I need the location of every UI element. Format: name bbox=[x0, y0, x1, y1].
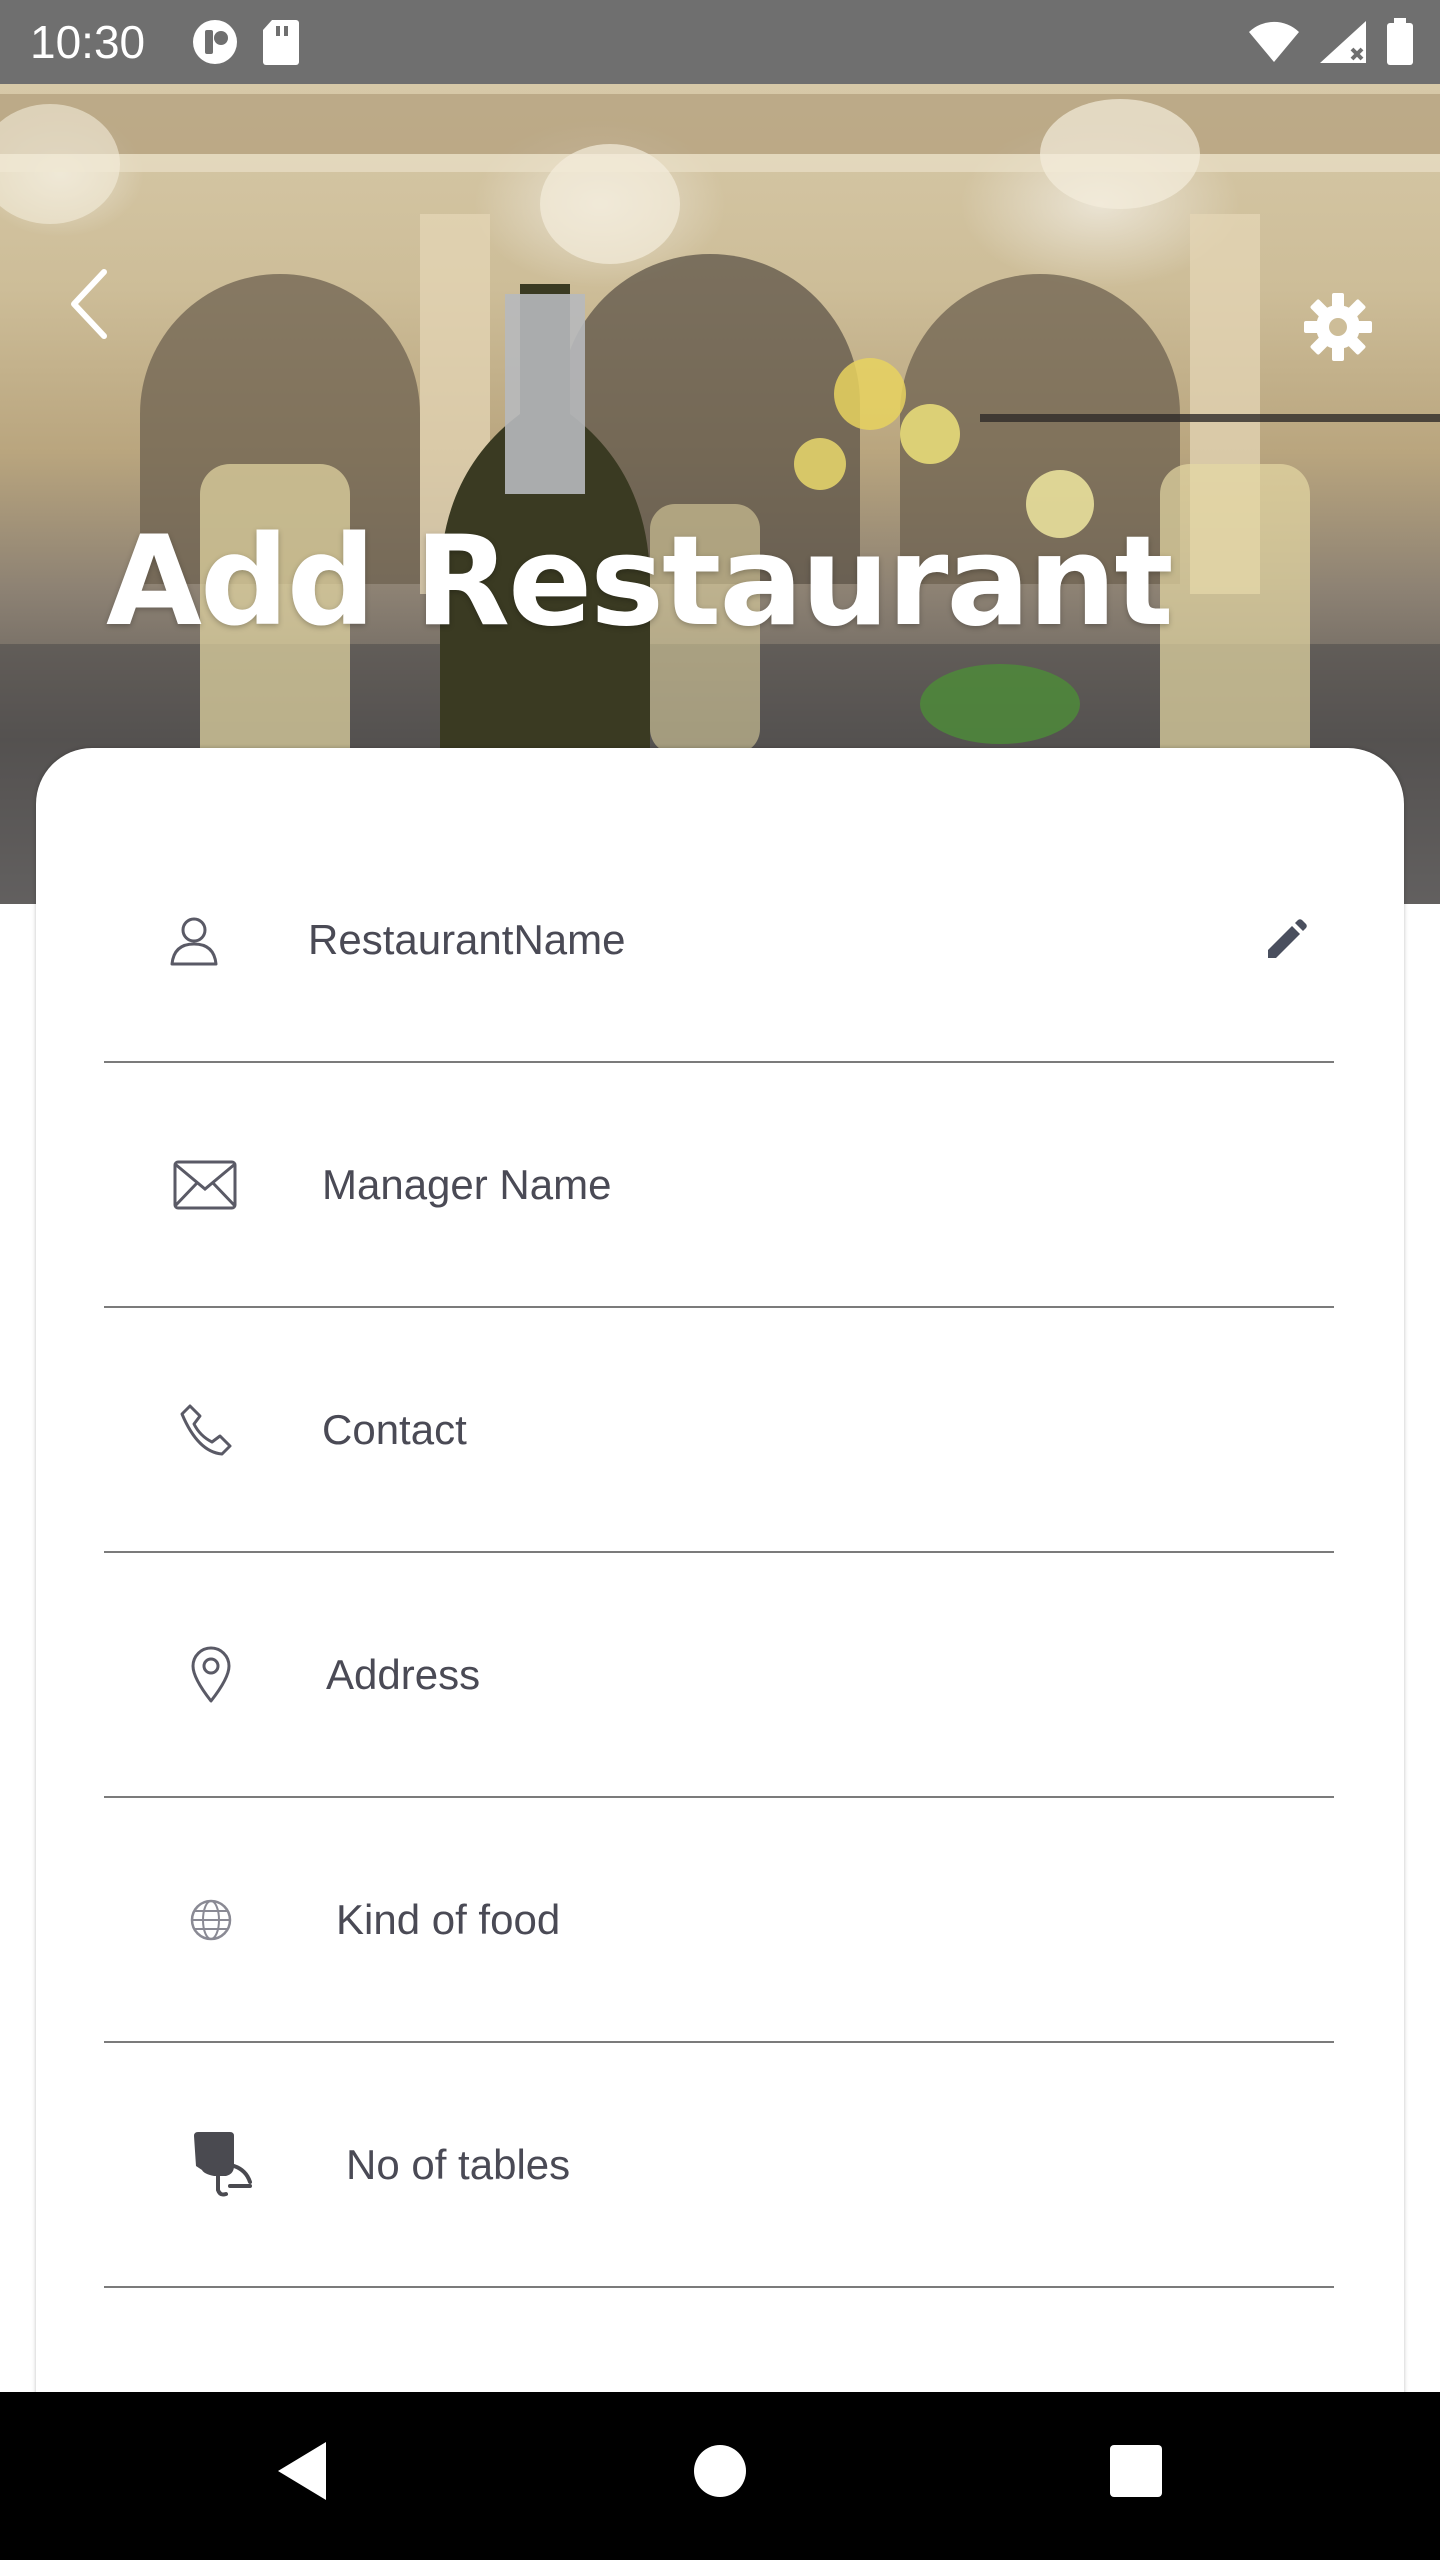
nav-recents-button[interactable] bbox=[1108, 2436, 1164, 2510]
person-icon bbox=[166, 818, 222, 1061]
kind-of-food-row bbox=[104, 1798, 1334, 2043]
tables-row bbox=[104, 2043, 1334, 2288]
wifi-icon bbox=[1249, 21, 1299, 62]
notification-app-icon bbox=[193, 20, 237, 64]
table-icon bbox=[190, 2043, 254, 2286]
settings-button[interactable] bbox=[1300, 289, 1376, 365]
square-recents-icon bbox=[1110, 2445, 1162, 2497]
status-left-icons bbox=[190, 18, 300, 66]
chevron-left-icon bbox=[71, 269, 107, 339]
battery-icon bbox=[1387, 18, 1413, 65]
tables-input[interactable] bbox=[346, 2043, 1246, 2286]
contact-input[interactable] bbox=[322, 1308, 1222, 1551]
nav-home-button[interactable] bbox=[692, 2436, 748, 2510]
manager-name-input[interactable] bbox=[322, 1063, 1222, 1306]
globe-icon bbox=[190, 1798, 232, 2041]
triangle-back-icon bbox=[278, 2442, 326, 2500]
edit-button[interactable] bbox=[1262, 818, 1310, 1061]
mail-icon bbox=[172, 1063, 238, 1306]
location-pin-icon bbox=[190, 1553, 232, 1796]
nav-back-button[interactable] bbox=[272, 2436, 332, 2510]
address-row bbox=[104, 1553, 1334, 1798]
contact-row bbox=[104, 1308, 1334, 1553]
add-restaurant-form bbox=[36, 748, 1404, 2468]
cell-signal-icon bbox=[1320, 21, 1366, 63]
restaurant-name-input[interactable] bbox=[308, 818, 1208, 1061]
sd-card-icon bbox=[263, 20, 299, 65]
status-time: 10:30 bbox=[30, 16, 146, 68]
pencil-icon bbox=[1268, 918, 1307, 958]
status-right-icons bbox=[1248, 18, 1414, 66]
restaurant-name-row bbox=[104, 818, 1334, 1063]
navigation-bar bbox=[0, 2392, 1440, 2560]
manager-name-row bbox=[104, 1063, 1334, 1308]
kind-of-food-input[interactable] bbox=[336, 1798, 1236, 2041]
status-bar: 10:30 bbox=[0, 0, 1440, 84]
circle-home-icon bbox=[694, 2445, 746, 2497]
address-input[interactable] bbox=[326, 1553, 1226, 1796]
back-button[interactable] bbox=[60, 264, 120, 344]
gear-icon bbox=[1304, 293, 1372, 361]
phone-icon bbox=[178, 1308, 234, 1551]
page-title: Add Restaurant bbox=[106, 510, 1174, 654]
